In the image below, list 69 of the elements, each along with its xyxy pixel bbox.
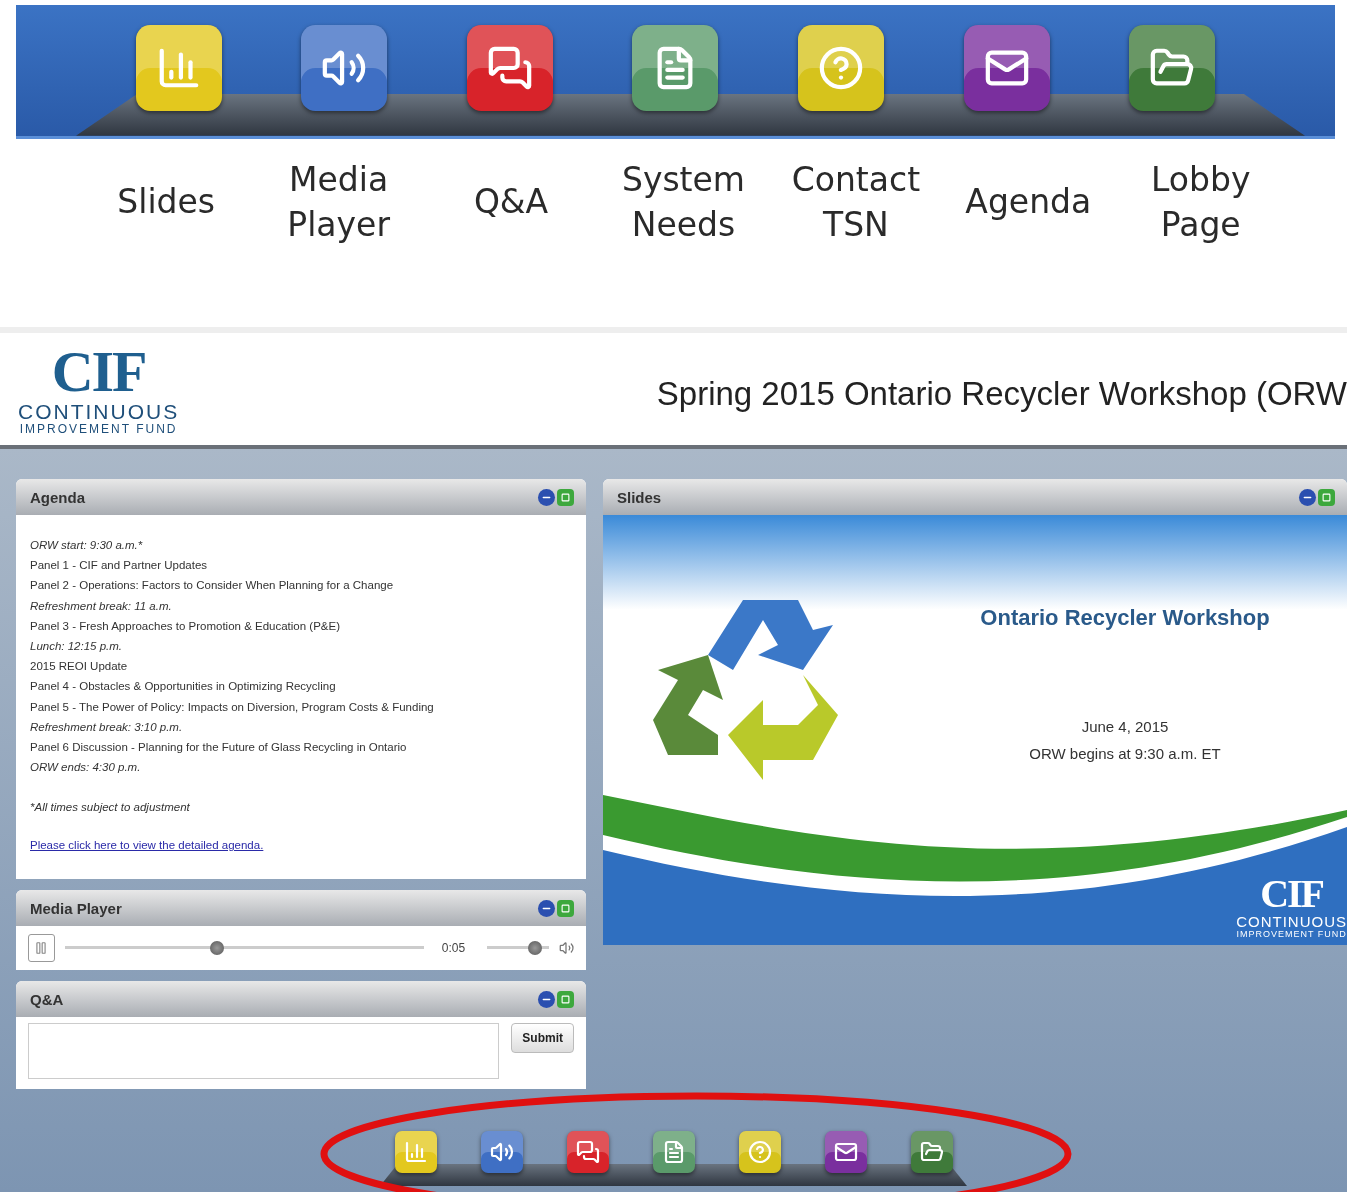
question-mark-icon [747, 1140, 772, 1164]
feature-label: Q&A [472, 180, 550, 223]
panel-title: Agenda [30, 488, 85, 506]
panel-title: Media Player [30, 899, 122, 917]
square-icon [561, 994, 570, 1004]
agenda-item: Panel 6 Discussion - Planning for the Future of Glass Recycling in Ontario [30, 740, 408, 756]
agenda-link[interactable]: Please click here to view the detailed agenda. [30, 839, 572, 852]
panel-title: Q&A [30, 990, 64, 1008]
folder-icon [919, 1140, 944, 1164]
chart-icon [403, 1140, 428, 1164]
feature-label: Lobby Page [1150, 158, 1252, 246]
feature-tile-button[interactable] [963, 25, 1050, 111]
feature-tile-button[interactable] [1129, 25, 1216, 111]
question-input[interactable] [28, 1023, 500, 1079]
agenda-item: Panel 5 - The Power of Policy: Impacts on Diversion, Program Costs & Funding [30, 699, 435, 715]
event-title: Spring 2015 Ontario Recycler Workshop (ORW [656, 374, 1347, 413]
dock-button[interactable] [394, 1131, 437, 1173]
minimize-button[interactable] [538, 990, 555, 1008]
feature-tile-button[interactable] [301, 25, 388, 111]
agenda-item: Refreshment break: 11 a.m. [30, 598, 173, 614]
minimize-button[interactable] [538, 488, 555, 506]
feature-label: Media Player [286, 158, 391, 246]
agenda-item: Panel 4 - Obstacles & Opportunities in Optimizing Recycling [30, 679, 337, 695]
minimize-button[interactable] [1299, 488, 1316, 506]
envelope-icon [833, 1140, 858, 1164]
question-mark-icon [818, 45, 865, 91]
feature-label: Slides [116, 180, 217, 223]
speaker-icon[interactable] [558, 940, 574, 956]
square-icon [561, 492, 570, 502]
agenda-item: Panel 1 - CIF and Partner Updates [30, 558, 209, 574]
dock-button[interactable] [652, 1131, 695, 1173]
square-icon [1322, 492, 1331, 502]
agenda-item: Panel 2 - Operations: Factors to Consider When Planning for a Change [30, 578, 395, 594]
agenda-item: 2015 REOI Update [30, 659, 129, 675]
agenda-item: Panel 3 - Fresh Approaches to Promotion & Education (P&E) [30, 618, 342, 634]
pause-button[interactable] [28, 934, 55, 962]
dock-button[interactable] [566, 1131, 609, 1173]
slide-heading: Ontario Recycler Workshop [980, 605, 1270, 631]
elapsed-time: 0:05 [441, 941, 466, 955]
agenda-item: Refreshment break: 3:10 p.m. [30, 719, 184, 735]
chat-bubbles-icon [486, 45, 533, 91]
dock-button[interactable] [480, 1131, 523, 1173]
agenda-item: Lunch: 12:15 p.m. [30, 639, 124, 654]
chat-bubbles-icon [575, 1140, 600, 1164]
volume-thumb[interactable] [527, 941, 542, 955]
cif-logo: CIF CONTINUOUS IMPROVEMENT FUND [1236, 873, 1347, 939]
seek-thumb[interactable] [209, 941, 224, 955]
feature-tile-button[interactable] [135, 25, 222, 111]
cif-logo: CIF CONTINUOUS IMPROVEMENT FUND [18, 342, 180, 436]
slide-start-time: ORW begins at 9:30 a.m. ET [1029, 744, 1221, 764]
agenda-note: *All times subject to adjustment [30, 801, 191, 814]
feature-label: Contact TSN [790, 158, 921, 246]
slide-date: June 4, 2015 [1081, 717, 1169, 737]
square-icon [561, 903, 570, 913]
dock-button[interactable] [824, 1131, 867, 1173]
minimize-button[interactable] [538, 899, 555, 917]
feature-tile-button[interactable] [466, 25, 553, 111]
feature-label: Agenda [964, 180, 1093, 223]
speaker-icon [489, 1140, 514, 1164]
submit-button[interactable]: Submit [511, 1023, 574, 1053]
feature-label: System Needs [620, 158, 746, 246]
feature-tile-button[interactable] [798, 25, 885, 111]
dock-button[interactable] [738, 1131, 781, 1173]
feature-tile-button[interactable] [632, 25, 719, 111]
pause-icon [34, 941, 49, 955]
panel-title: Slides [617, 488, 662, 506]
agenda-item: ORW start: 9:30 a.m.* [30, 538, 144, 553]
dock-button[interactable] [910, 1131, 953, 1173]
agenda-item: ORW ends: 4:30 p.m. [30, 760, 142, 776]
